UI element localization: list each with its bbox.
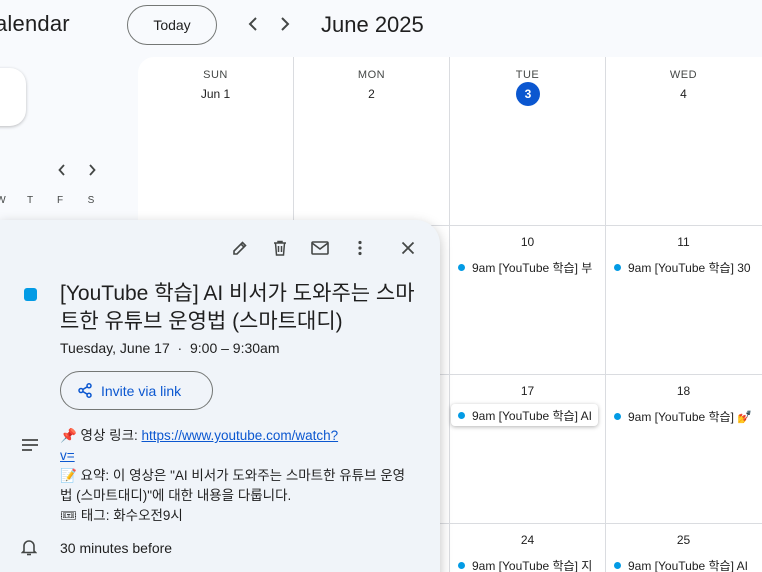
description-tags-line: 🎟 태그: 화수오전9시	[60, 508, 183, 523]
event-color-dot	[614, 263, 621, 271]
email-icon	[311, 241, 329, 255]
event-color-dot	[458, 263, 465, 271]
more-options-icon	[358, 240, 362, 256]
mini-calendar-prev-button[interactable]	[54, 162, 70, 178]
event-chip-label: 9am [YouTube 학습] 💅	[628, 409, 753, 424]
more-options-button[interactable]	[349, 237, 371, 259]
invite-via-link-button[interactable]: Invite via link	[60, 371, 213, 410]
edit-event-button[interactable]	[229, 237, 251, 259]
event-color-dot	[458, 411, 465, 419]
today-button[interactable]: Today	[127, 5, 217, 45]
event-chip-selected[interactable]: 9am [YouTube 학습] AI	[451, 404, 598, 426]
previous-period-button[interactable]	[241, 12, 265, 36]
date-number[interactable]: 10	[450, 235, 605, 249]
grid-divider	[605, 57, 606, 572]
edit-icon	[233, 241, 247, 255]
date-number[interactable]: 18	[606, 384, 761, 398]
invite-via-link-label: Invite via link	[101, 382, 182, 399]
description-link-line: 📌 영상 링크: https://www.youtube.com/watch?	[60, 426, 430, 446]
mini-calendar-weekday: S	[87, 195, 95, 206]
email-guests-button[interactable]	[309, 237, 331, 259]
event-time-range: 9:00 – 9:30am	[189, 340, 280, 356]
event-chip[interactable]: 9am [YouTube 학습] 30	[614, 258, 762, 276]
date-number[interactable]: 24	[450, 533, 605, 547]
date-number[interactable]: 2	[294, 87, 449, 101]
event-chip[interactable]: 9am [YouTube 학습] AI	[614, 556, 762, 572]
day-of-week-header: SUN	[203, 69, 228, 81]
today-date-number[interactable]: 3	[516, 82, 540, 106]
event-chip[interactable]: 9am [YouTube 학습] 지	[458, 556, 598, 572]
event-chip[interactable]: 9am [YouTube 학습] 부	[458, 258, 598, 276]
chevron-right-icon	[281, 17, 290, 31]
bell-icon	[21, 540, 37, 556]
event-details-popover: [YouTube 학습] AI 비서가 도와주는 스마트한 유튜브 운영법 (스…	[0, 220, 440, 572]
mini-calendar-weekday: T	[26, 195, 34, 206]
close-popover-button[interactable]	[397, 237, 419, 259]
event-date: Tuesday, June 17	[60, 340, 170, 356]
day-of-week-header: MON	[357, 69, 386, 81]
date-number[interactable]: 17	[450, 384, 605, 398]
date-number[interactable]: 11	[606, 235, 761, 249]
datetime-separator: ·	[177, 340, 183, 356]
event-description: 📌 영상 링크: https://www.youtube.com/watch? …	[60, 426, 430, 526]
event-color-dot	[458, 561, 465, 569]
next-period-button[interactable]	[273, 12, 297, 36]
event-chip-label: 9am [YouTube 학습] AI	[472, 408, 592, 423]
current-month-title: June 2025	[321, 12, 424, 37]
event-chip[interactable]: 9am [YouTube 학습] 💅	[614, 407, 762, 425]
delete-event-button[interactable]	[269, 237, 291, 259]
event-color-dot	[614, 561, 621, 569]
event-chip-label: 9am [YouTube 학습] AI	[628, 558, 748, 572]
mini-calendar-weekday: W	[0, 195, 6, 206]
event-reminder: 30 minutes before	[60, 540, 173, 556]
create-button[interactable]	[0, 68, 26, 126]
description-link-prefix: 📌 영상 링크:	[60, 428, 142, 443]
description-link-continuation: v=	[60, 446, 430, 466]
event-datetime: Tuesday, June 17 · 9:00 – 9:30am	[60, 340, 280, 356]
close-icon	[401, 241, 415, 255]
event-chip-label: 9am [YouTube 학습] 지	[472, 558, 593, 572]
video-link-continued[interactable]: v=	[60, 448, 75, 463]
delete-icon	[274, 240, 286, 256]
event-title: [YouTube 학습] AI 비서가 도와주는 스마트한 유튜브 운영법 (스…	[60, 282, 415, 333]
calendar-app: alendar Today June 2025 W T F S SUN MON …	[0, 0, 762, 572]
event-chip-label: 9am [YouTube 학습] 부	[472, 260, 593, 275]
chevron-left-icon	[58, 164, 65, 176]
event-color-dot	[614, 412, 621, 420]
date-number[interactable]: 25	[606, 533, 761, 547]
mini-calendar-next-button[interactable]	[84, 162, 100, 178]
grid-divider	[449, 57, 450, 572]
day-of-week-header: TUE	[515, 69, 540, 81]
chevron-left-icon	[248, 17, 257, 31]
share-icon	[78, 383, 92, 398]
event-chip-label: 9am [YouTube 학습] 30	[628, 260, 751, 275]
mini-calendar-weekday: F	[56, 195, 64, 206]
chevron-right-icon	[89, 164, 96, 176]
event-color-indicator	[24, 288, 37, 301]
date-number[interactable]: 4	[606, 87, 761, 101]
description-summary-line: 법 (스마트대디)"에 대한 내용을 다룹니다.	[60, 488, 292, 503]
description-summary-line: 📝 요약: 이 영상은 "AI 비서가 도와주는 스마트한 유튜브 운영	[60, 468, 406, 483]
video-link[interactable]: https://www.youtube.com/watch?	[142, 428, 339, 443]
app-title: alendar	[0, 11, 70, 36]
date-number[interactable]: Jun 1	[138, 87, 293, 101]
description-icon	[22, 439, 38, 451]
day-of-week-header: WED	[669, 69, 698, 81]
